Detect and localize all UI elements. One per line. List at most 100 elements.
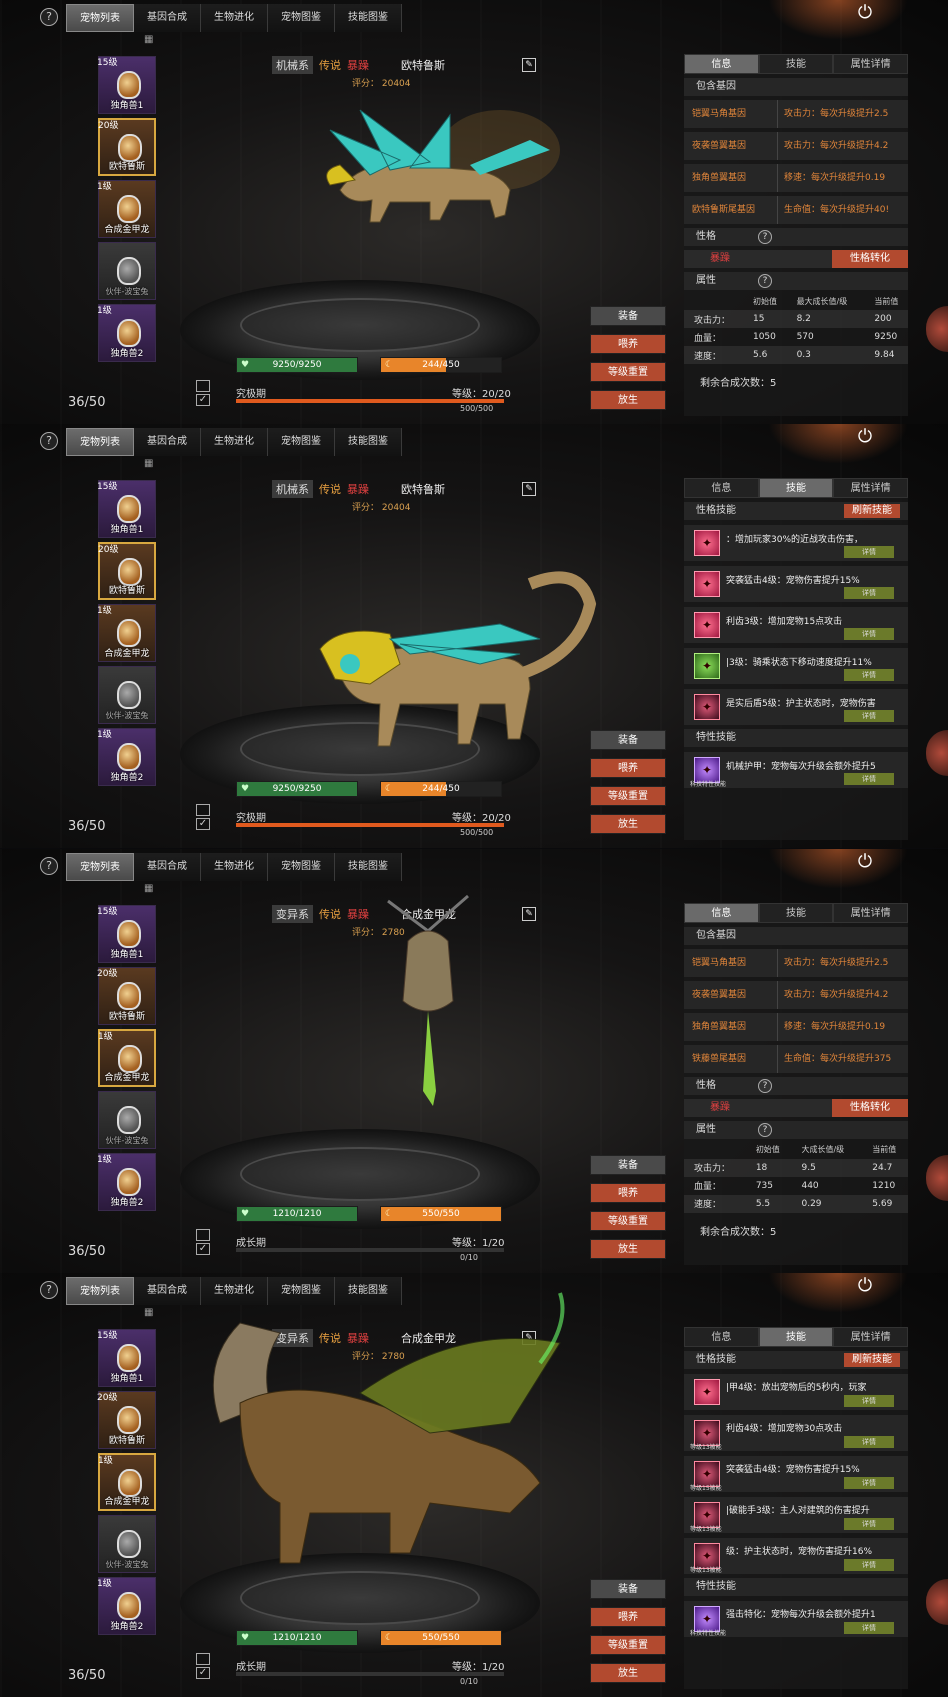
- power-icon[interactable]: ⏻: [854, 851, 876, 873]
- skill-row[interactable]: ✦ 是实后盾5级：护主状态时，宠物伤害 详情: [684, 689, 908, 726]
- tab-2[interactable]: 生物进化: [201, 852, 268, 881]
- nature-change-button[interactable]: 性格转化: [832, 250, 908, 268]
- release-button[interactable]: 放生: [590, 1238, 666, 1259]
- pet-list-item[interactable]: 1级 合成金甲龙: [97, 180, 156, 238]
- pet-list-item[interactable]: 15级 独角兽1: [97, 904, 156, 963]
- skill-row[interactable]: ✦ 等级13被能 利齿4级：增加宠物30点攻击 详情: [684, 1414, 908, 1451]
- skill-row[interactable]: ✦ 突袭猛击4级：宠物伤害提升15% 详情: [684, 566, 908, 603]
- checkbox-icon[interactable]: [196, 804, 210, 817]
- attr-help-icon[interactable]: ?: [758, 274, 772, 288]
- pet-list-item[interactable]: 20级 欧特鲁斯: [97, 966, 156, 1025]
- detail-tab-2[interactable]: 属性详情: [833, 478, 909, 499]
- tab-2[interactable]: 生物进化: [201, 428, 268, 457]
- detail-tab-2[interactable]: 属性详情: [833, 902, 909, 923]
- check-icon[interactable]: ✓: [196, 394, 210, 406]
- equip-button[interactable]: 装备: [590, 730, 666, 751]
- tab-0[interactable]: 宠物列表: [66, 4, 134, 32]
- skill-detail-button[interactable]: 详情: [844, 710, 894, 723]
- release-button[interactable]: 放生: [590, 814, 666, 835]
- side-menu-icon[interactable]: [926, 306, 948, 352]
- level-reset-button[interactable]: 等级重置: [590, 786, 666, 807]
- pet-list-item[interactable]: 1级 合成金甲龙: [97, 604, 156, 663]
- tab-4[interactable]: 技能图鉴: [335, 852, 402, 881]
- tab-0[interactable]: 宠物列表: [66, 428, 134, 457]
- special-skill-row[interactable]: ✦ 科技特性技能 强击特化：宠物每次升级会额外提升1 详情: [684, 1600, 908, 1637]
- tab-3[interactable]: 宠物图鉴: [268, 4, 335, 32]
- tab-1[interactable]: 基因合成: [134, 428, 201, 457]
- feed-button[interactable]: 喂养: [590, 758, 666, 779]
- level-reset-button[interactable]: 等级重置: [590, 1634, 666, 1655]
- skill-detail-button[interactable]: 详情: [844, 628, 894, 641]
- help-icon[interactable]: ?: [40, 432, 58, 451]
- detail-tab-0[interactable]: 信息: [684, 902, 759, 923]
- pet-list-item[interactable]: 1级 合成金甲龙: [98, 1028, 156, 1087]
- release-button[interactable]: 放生: [590, 390, 666, 410]
- pet-list-item[interactable]: 伙伴-波宝兔: [98, 1090, 156, 1149]
- refresh-skills-button[interactable]: 刷新技能: [844, 1352, 900, 1367]
- special-skill-row[interactable]: ✦ 科技特性技能 机械护甲：宠物每次升级会额外提升5 详情: [684, 752, 908, 789]
- nature-help-icon[interactable]: ?: [758, 230, 772, 244]
- nature-help-icon[interactable]: ?: [758, 1078, 772, 1093]
- grid-view-icon[interactable]: ▦: [144, 34, 156, 46]
- checkbox-icon[interactable]: [196, 380, 210, 392]
- tab-2[interactable]: 生物进化: [201, 4, 268, 32]
- skill-detail-button[interactable]: 详情: [844, 1394, 894, 1407]
- pet-model[interactable]: [280, 564, 600, 767]
- side-menu-icon[interactable]: [926, 730, 948, 777]
- rename-icon[interactable]: ✎: [522, 906, 536, 921]
- help-icon[interactable]: ?: [40, 8, 58, 26]
- skill-row[interactable]: ✦ 利齿3级：增加宠物15点攻击 详情: [684, 607, 908, 644]
- help-icon[interactable]: ?: [40, 1280, 58, 1299]
- skill-detail-button[interactable]: 详情: [844, 1476, 894, 1489]
- detail-tab-2[interactable]: 属性详情: [833, 1326, 909, 1347]
- tab-4[interactable]: 技能图鉴: [335, 4, 402, 32]
- feed-button[interactable]: 喂养: [590, 1606, 666, 1627]
- pet-list-item[interactable]: 伙伴-波宝兔: [98, 242, 156, 300]
- pet-list-item[interactable]: 15级 独角兽1: [97, 480, 156, 539]
- skill-row[interactable]: ✦ 等级13被能 级：护主状态时，宠物伤害提升16% 详情: [684, 1537, 908, 1574]
- skill-detail-button[interactable]: 详情: [844, 1558, 894, 1571]
- detail-tab-0[interactable]: 信息: [684, 54, 759, 74]
- skill-row[interactable]: ✦ 等级15被能 突袭猛击4级：宠物伤害提升15% 详情: [684, 1455, 908, 1492]
- pet-list-item[interactable]: 15级 独角兽1: [97, 56, 156, 114]
- select-toggle-icons[interactable]: ✓: [196, 1652, 216, 1679]
- tab-1[interactable]: 基因合成: [134, 852, 201, 881]
- power-icon[interactable]: ⏻: [854, 2, 876, 24]
- tab-3[interactable]: 宠物图鉴: [268, 852, 335, 881]
- rename-icon[interactable]: ✎: [522, 58, 536, 72]
- power-icon[interactable]: ⏻: [854, 1275, 876, 1297]
- detail-tab-1[interactable]: 技能: [758, 902, 834, 923]
- grid-view-icon[interactable]: ▦: [144, 458, 156, 470]
- checkbox-icon[interactable]: [196, 1652, 210, 1665]
- tab-4[interactable]: 技能图鉴: [335, 428, 402, 457]
- pet-list-item[interactable]: 20级 欧特鲁斯: [97, 1390, 156, 1449]
- pet-list-item[interactable]: 伙伴-波宝兔: [98, 1514, 156, 1573]
- side-menu-icon[interactable]: [926, 1578, 948, 1625]
- tab-1[interactable]: 基因合成: [134, 4, 201, 32]
- pet-list-item[interactable]: 1级 合成金甲龙: [98, 1452, 156, 1511]
- release-button[interactable]: 放生: [590, 1662, 666, 1683]
- nature-change-button[interactable]: 性格转化: [832, 1098, 908, 1117]
- check-icon[interactable]: ✓: [196, 1242, 210, 1255]
- select-toggle-icons[interactable]: ✓: [196, 804, 216, 831]
- check-icon[interactable]: ✓: [196, 818, 210, 831]
- skill-detail-button[interactable]: 详情: [844, 587, 894, 600]
- pet-model[interactable]: [300, 90, 560, 253]
- skill-row[interactable]: ✦ |3级：骑乘状态下移动速度提升11% 详情: [684, 648, 908, 685]
- skill-detail-button[interactable]: 详情: [844, 546, 894, 559]
- help-icon[interactable]: ?: [40, 856, 58, 875]
- pet-list-item[interactable]: 20级 欧特鲁斯: [98, 118, 156, 176]
- check-icon[interactable]: ✓: [196, 1666, 210, 1679]
- skill-detail-button[interactable]: 详情: [844, 669, 894, 682]
- pet-list-item[interactable]: 1级 独角兽2: [97, 728, 156, 787]
- pet-list-item[interactable]: 1级 独角兽2: [97, 1576, 156, 1635]
- pet-list-item[interactable]: 20级 欧特鲁斯: [98, 542, 156, 601]
- side-menu-icon[interactable]: [926, 1154, 948, 1201]
- skill-detail-button[interactable]: 详情: [844, 1435, 894, 1448]
- detail-tab-1[interactable]: 技能: [758, 478, 834, 499]
- pet-list-item[interactable]: 15级 独角兽1: [97, 1328, 156, 1387]
- detail-tab-2[interactable]: 属性详情: [833, 54, 909, 74]
- detail-tab-1[interactable]: 技能: [758, 54, 834, 74]
- pet-list-item[interactable]: 1级 独角兽2: [97, 304, 156, 362]
- level-reset-button[interactable]: 等级重置: [590, 362, 666, 382]
